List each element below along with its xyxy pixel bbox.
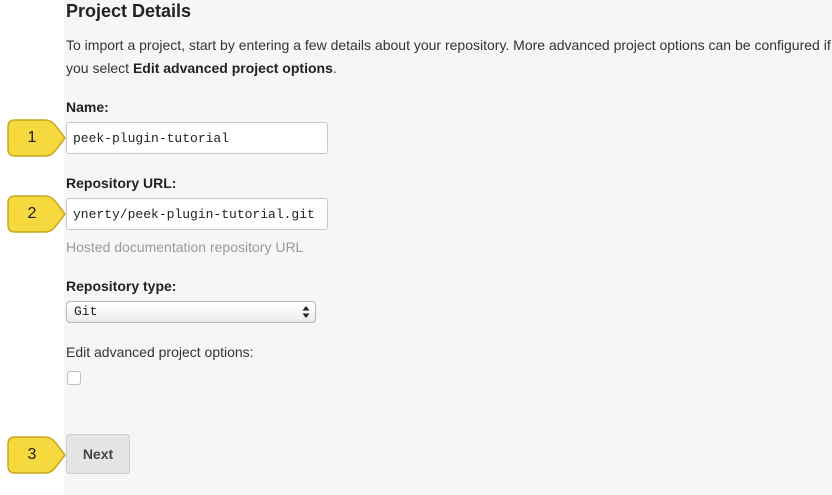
repository-url-label: Repository URL: [66,175,177,191]
callout-1: 1 [5,117,67,159]
advanced-options-label: Edit advanced project options: [66,344,254,360]
next-button[interactable]: Next [66,434,130,474]
name-label: Name: [66,99,109,115]
select-arrows-icon [302,306,310,318]
callout-number: 2 [27,205,37,222]
repository-url-help: Hosted documentation repository URL [66,239,304,255]
intro-text-emphasis: Edit advanced project options [132,60,333,76]
advanced-options-checkbox[interactable] [67,371,81,385]
callout-number: 1 [27,129,37,146]
name-input[interactable] [66,122,328,154]
repository-type-select[interactable]: Git [66,301,316,323]
callout-3: 3 [5,434,67,476]
intro-text: To import a project, start by entering a… [66,34,832,80]
repository-url-input[interactable] [66,198,328,230]
repository-type-value: Git [74,304,98,319]
intro-text-end: . [332,60,337,76]
callout-number: 3 [27,446,37,463]
repository-type-label: Repository type: [66,278,177,294]
page-title: Project Details [66,1,192,21]
callout-2: 2 [5,193,67,235]
